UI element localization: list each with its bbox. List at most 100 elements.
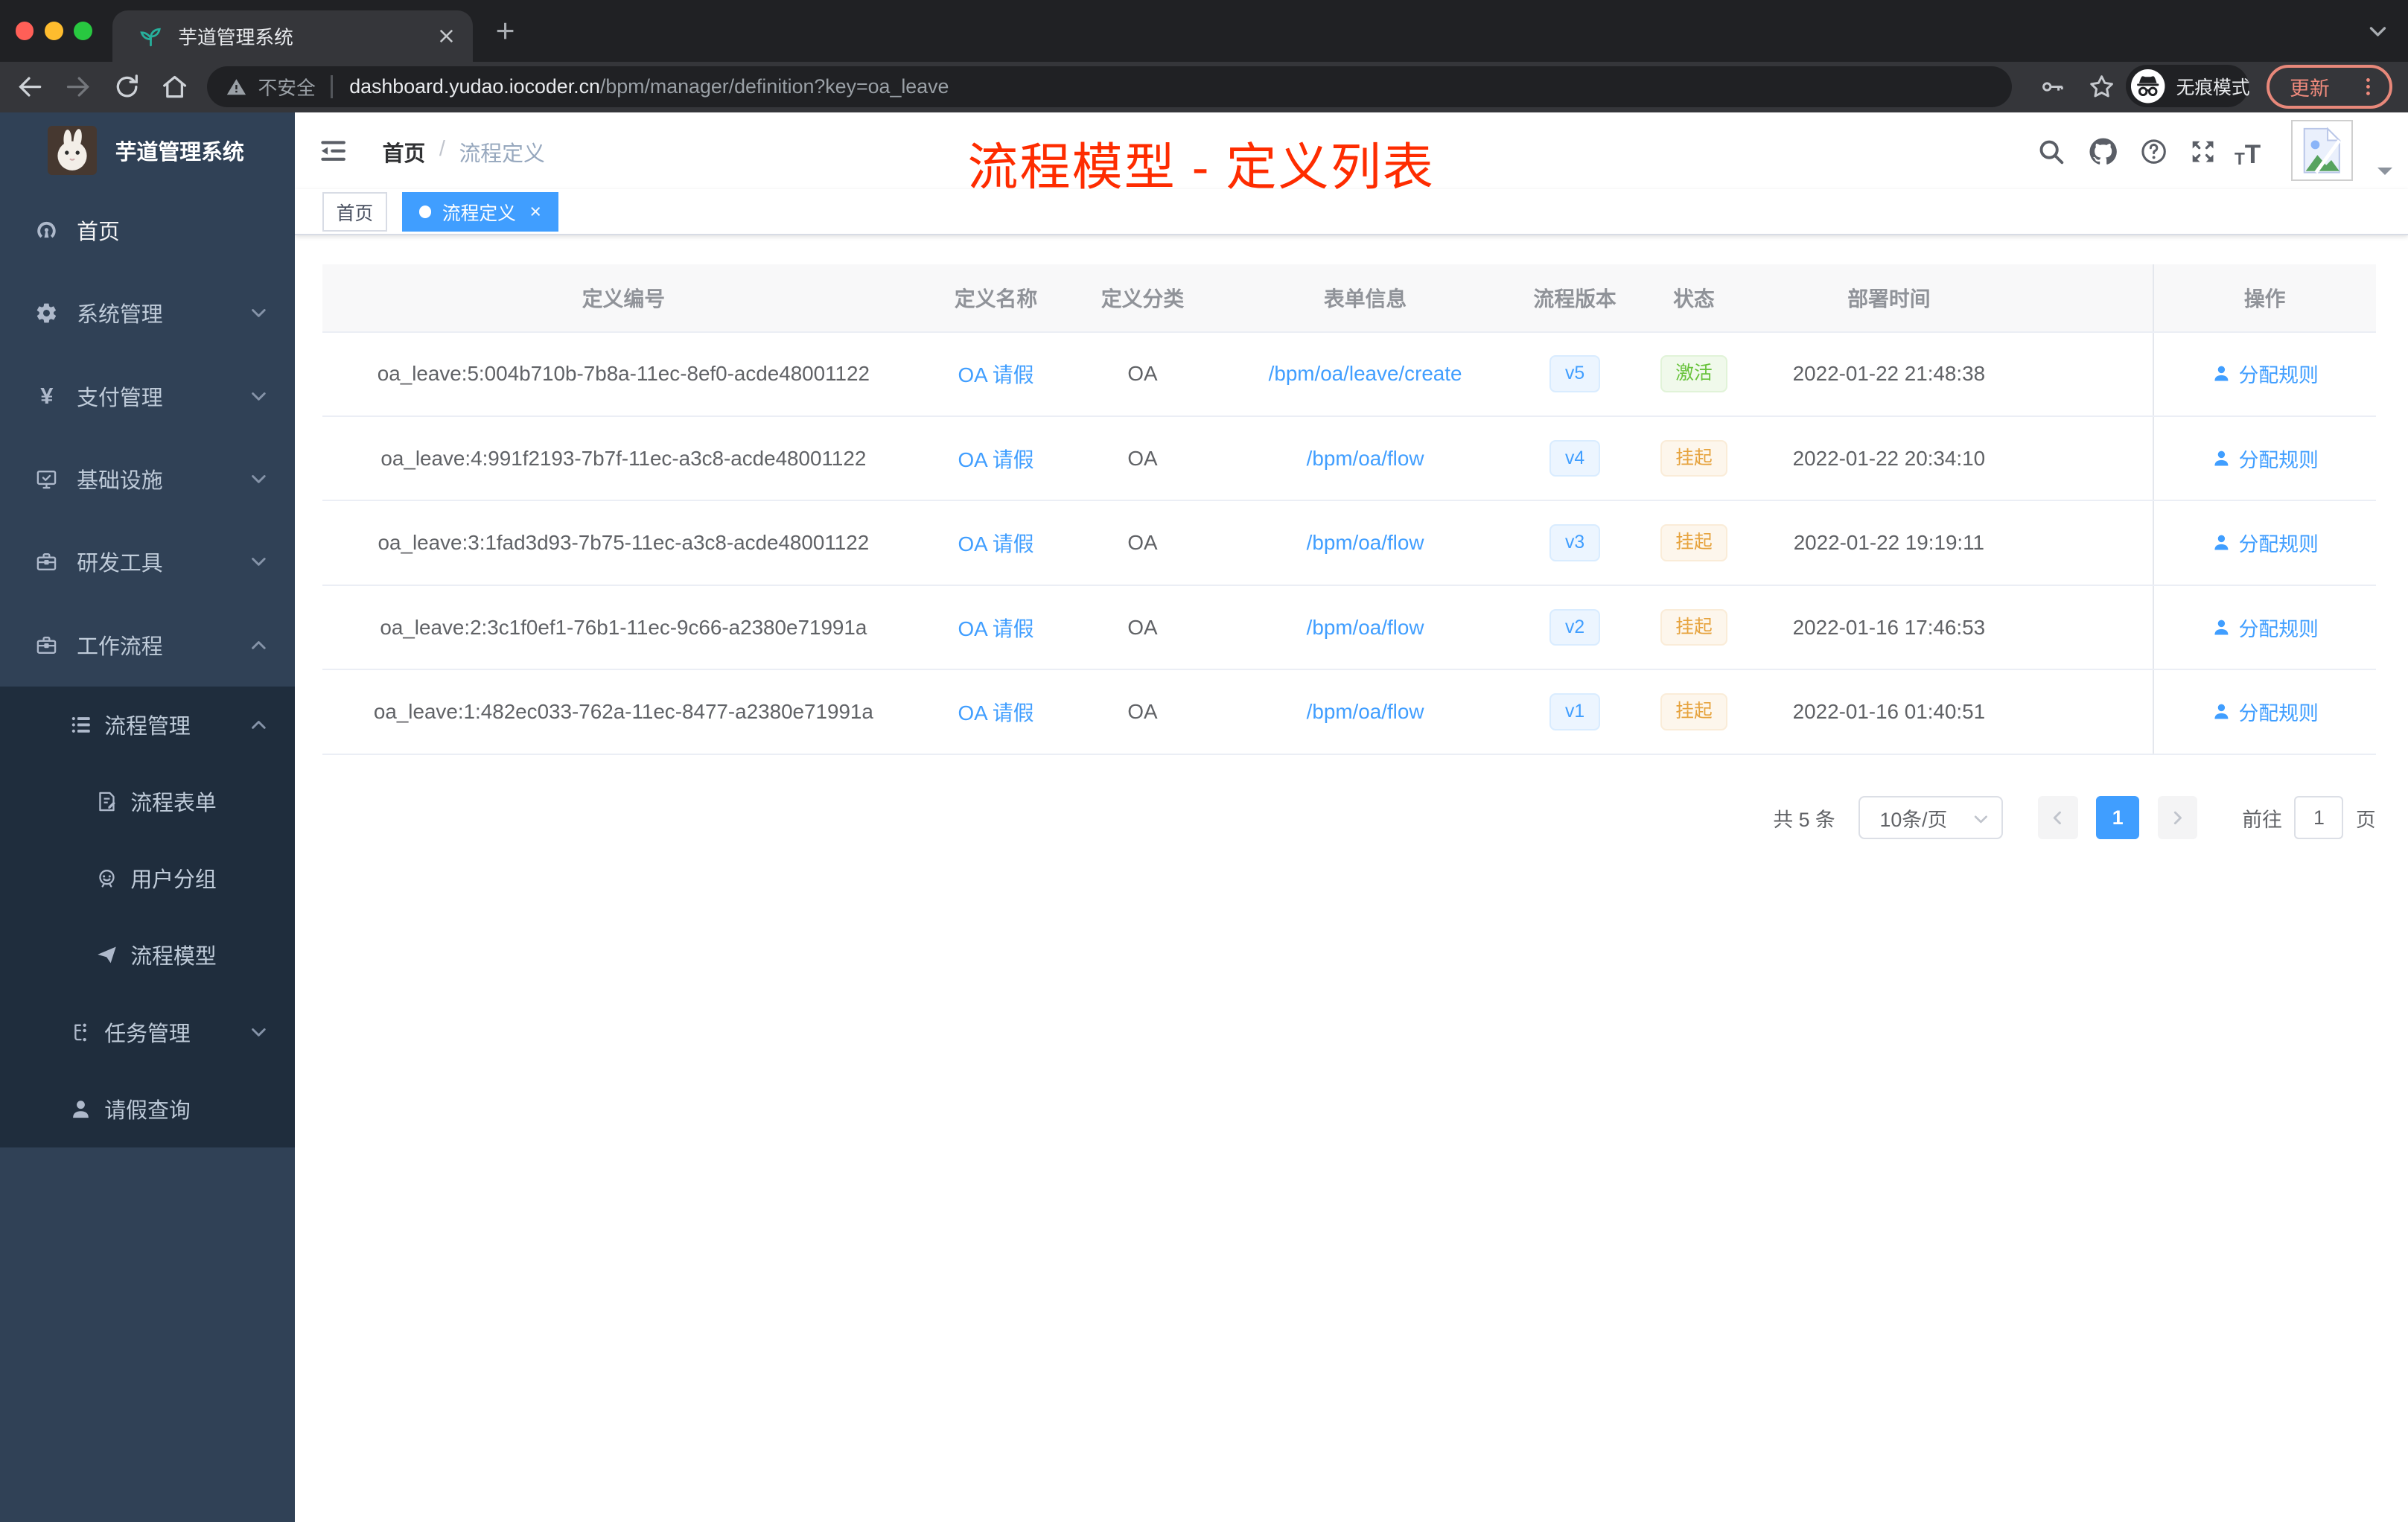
tag-process-definition[interactable]: 流程定义 × [402, 191, 558, 232]
actions-cell: 分配规则 [2152, 585, 2376, 671]
assign-rule-label: 分配规则 [2238, 448, 2319, 471]
assign-rule-button[interactable]: 分配规则 [2211, 697, 2319, 726]
assign-rule-button[interactable]: 分配规则 [2211, 613, 2319, 642]
sidebar-item-label: 研发工具 [77, 552, 163, 576]
chrome-update-button[interactable]: 更新 [2267, 64, 2393, 109]
window-minimize-button[interactable] [44, 21, 63, 40]
window-zoom-button[interactable] [74, 21, 92, 40]
col-definition-id: 定义编号 [322, 264, 925, 333]
assign-rule-label: 分配规则 [2238, 533, 2319, 556]
forward-icon[interactable] [63, 72, 92, 101]
sidebar-item-payment-management[interactable]: ¥ 支付管理 [0, 354, 295, 437]
page-url: dashboard.yudao.iocoder.cn/bpm/manager/d… [349, 75, 949, 98]
form-info-link[interactable]: /bpm/oa/flow [1307, 700, 1424, 723]
form-info-link[interactable]: /bpm/oa/flow [1307, 447, 1424, 470]
chevron-left-icon [2048, 809, 2067, 827]
actions-cell: 分配规则 [2152, 331, 2376, 417]
goto-page-input[interactable] [2294, 796, 2344, 840]
definition-name-link[interactable]: OA 请假 [958, 448, 1034, 471]
next-page-button[interactable] [2157, 796, 2198, 840]
github-icon[interactable] [2087, 136, 2119, 168]
version-badge: v5 [1549, 355, 1600, 392]
definition-id-cell: oa_leave:4:991f2193-7b7f-11ec-a3c8-acde4… [322, 415, 925, 502]
sidebar-item-label: 流程管理 [104, 715, 191, 739]
sidebar-item-dev-tools[interactable]: 研发工具 [0, 520, 295, 603]
definition-name-link[interactable]: OA 请假 [958, 701, 1034, 725]
deploy-time-cell: 2022-01-16 17:46:53 [1751, 585, 2028, 671]
assign-rule-button[interactable]: 分配规则 [2211, 528, 2319, 557]
sidebar-item-home[interactable]: 首页 [0, 189, 295, 272]
version-cell: v4 [1512, 415, 1637, 502]
font-size-icon[interactable]: TT [2235, 133, 2275, 168]
form-info-link[interactable]: /bpm/oa/flow [1307, 531, 1424, 554]
back-icon[interactable] [16, 72, 45, 101]
user-icon [69, 1098, 92, 1121]
user-icon [2211, 363, 2232, 383]
tag-home[interactable]: 首页 [322, 191, 387, 232]
sidebar-item-system-management[interactable]: 系统管理 [0, 272, 295, 354]
sidebar-item-label: 流程模型 [130, 945, 217, 969]
bookmark-star-icon[interactable] [2087, 72, 2116, 101]
sidebar-item-user-group[interactable]: 用户分组 [0, 840, 295, 917]
hamburger-icon[interactable] [318, 136, 348, 166]
avatar-caret-icon[interactable] [2377, 167, 2392, 182]
breadcrumb: 首页 / 流程定义 [383, 137, 545, 168]
browser-tab[interactable]: 芋道管理系统 [112, 10, 474, 62]
sidebar-item-process-model[interactable]: 流程模型 [0, 917, 295, 994]
definition-name-link[interactable]: OA 请假 [958, 532, 1034, 555]
sidebar-item-label: 任务管理 [104, 1022, 191, 1046]
sidebar-item-infrastructure[interactable]: 基础设施 [0, 438, 295, 520]
chevron-up-icon [249, 715, 269, 735]
monitor-icon [35, 468, 58, 491]
sidebar: 芋道管理系统 首页 系统管理 ¥ 支付管理 基础设施研发工具工作流程流程管理流程表单 用户… [0, 112, 295, 1522]
definition-name-link[interactable]: OA 请假 [958, 363, 1034, 386]
col-filler [2027, 264, 2153, 333]
table-row: oa_leave:3:1fad3d93-7b75-11ec-a3c8-acde4… [322, 500, 2376, 586]
user-icon [2211, 617, 2232, 637]
status-badge: 挂起 [1660, 439, 1728, 477]
sidebar-item-workflow[interactable]: 工作流程 [0, 604, 295, 687]
assign-rule-button[interactable]: 分配规则 [2211, 444, 2319, 473]
search-icon[interactable] [2036, 137, 2065, 166]
tag-close-icon[interactable]: × [529, 200, 541, 223]
status-badge: 挂起 [1660, 693, 1728, 730]
help-icon[interactable] [2139, 137, 2168, 166]
window-close-button[interactable] [15, 21, 34, 40]
browser-menu-icon[interactable] [2357, 76, 2379, 98]
sidebar-item-process-management[interactable]: 流程管理 [0, 686, 295, 764]
table-header-row: 定义编号 定义名称 定义分类 表单信息 流程版本 状态 部署时间 操作 [322, 264, 2376, 333]
app-title: 芋道管理系统 [115, 140, 244, 165]
chevron-down-icon [249, 386, 269, 407]
fullscreen-icon[interactable] [2188, 137, 2217, 166]
password-key-icon[interactable] [2039, 74, 2065, 100]
home-icon[interactable] [160, 72, 189, 101]
form-info-link[interactable]: /bpm/oa/leave/create [1269, 362, 1462, 385]
definition-id-cell: oa_leave:3:1fad3d93-7b75-11ec-a3c8-acde4… [322, 500, 925, 586]
sidebar-item-leave-query[interactable]: 请假查询 [0, 1070, 295, 1147]
assign-rule-button[interactable]: 分配规则 [2211, 359, 2319, 388]
avatar[interactable] [2291, 119, 2353, 182]
definition-category-cell: OA [1067, 585, 1218, 671]
actions-cell: 分配规则 [2152, 500, 2376, 586]
new-tab-button[interactable] [491, 17, 519, 45]
address-bar[interactable]: 不安全 dashboard.yudao.iocoder.cn/bpm/manag… [207, 66, 2012, 108]
chevron-up-icon [249, 635, 269, 655]
definition-name-link[interactable]: OA 请假 [958, 617, 1034, 640]
form-info-link[interactable]: /bpm/oa/flow [1307, 616, 1424, 639]
filler-cell [2027, 669, 2153, 755]
app-logo-row[interactable]: 芋道管理系统 [0, 112, 295, 189]
sidebar-item-task-management[interactable]: 任务管理 [0, 993, 295, 1071]
sidebar-item-process-form[interactable]: 流程表单 [0, 763, 295, 841]
current-page-button[interactable]: 1 [2096, 796, 2140, 840]
reload-icon[interactable] [112, 72, 141, 101]
col-form-info: 表单信息 [1217, 264, 1513, 333]
definition-table: 定义编号 定义名称 定义分类 表单信息 流程版本 状态 部署时间 操作 oa_l… [322, 264, 2376, 755]
pagination-total: 共 5 条 [1773, 808, 1835, 831]
page-size-select[interactable]: 10条/页 [1858, 796, 2003, 840]
goto-label: 前往 [2242, 808, 2282, 831]
tab-close-icon[interactable] [435, 25, 458, 48]
prev-page-button[interactable] [2037, 796, 2078, 840]
tab-search-icon[interactable] [2366, 20, 2389, 43]
url-domain: dashboard.yudao.iocoder.cn [349, 75, 600, 98]
breadcrumb-home[interactable]: 首页 [383, 137, 426, 168]
